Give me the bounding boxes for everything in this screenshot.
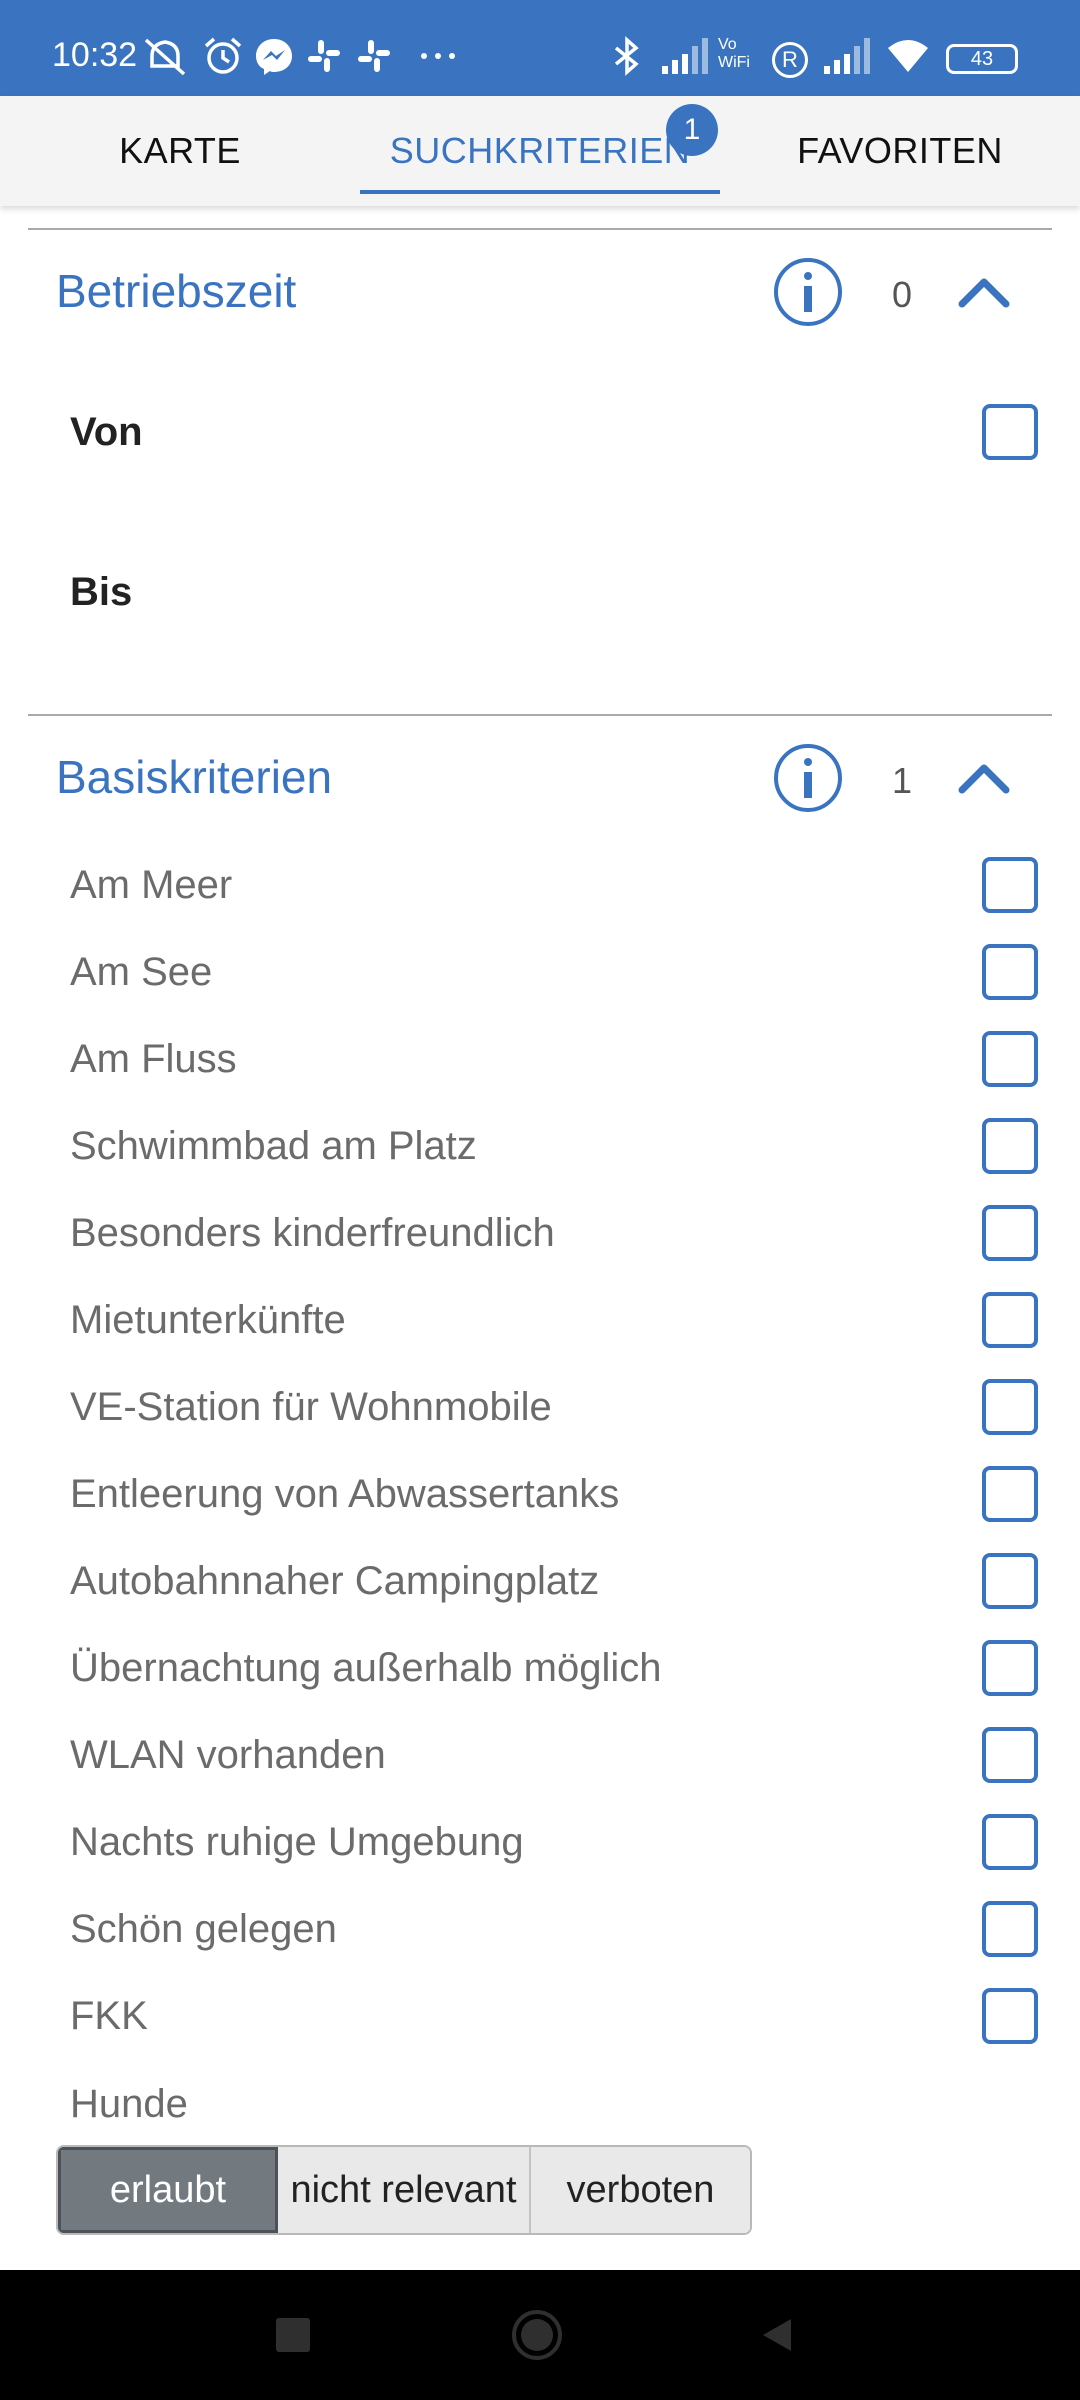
criteria-row[interactable]: Am See: [0, 929, 1080, 1016]
criteria-row[interactable]: Besonders kinderfreundlich: [0, 1190, 1080, 1277]
info-icon[interactable]: [772, 742, 844, 814]
criteria-checkbox[interactable]: [982, 857, 1038, 913]
tab-bar: KARTE SUCHKRITERIEN FAVORITEN: [0, 96, 1080, 206]
vowifi-icon: Vo WiFi: [718, 36, 750, 71]
criteria-label: Entleerung von Abwassertanks: [70, 1472, 620, 1516]
dogs-option-allowed[interactable]: erlaubt: [58, 2147, 278, 2233]
criteria-row[interactable]: Autobahnnaher Campingplatz: [0, 1538, 1080, 1625]
time-from-label: Von: [70, 410, 143, 454]
more-icon: [421, 53, 455, 59]
status-time: 10:32: [52, 36, 138, 74]
section-divider: [28, 228, 1052, 230]
tab-karte[interactable]: KARTE: [0, 96, 360, 206]
dogs-segmented-control: erlaubt nicht relevant verboten: [56, 2145, 752, 2235]
section-title-basiskriterien: Basiskriterien: [56, 751, 333, 803]
criteria-row[interactable]: VE-Station für Wohnmobile: [0, 1364, 1080, 1451]
slack-icon: [358, 40, 390, 72]
criteria-checkbox[interactable]: [982, 1901, 1038, 1957]
messenger-icon: [256, 39, 292, 75]
criteria-label: WLAN vorhanden: [70, 1733, 386, 1777]
criteria-checkbox[interactable]: [982, 1553, 1038, 1609]
home-circle-icon[interactable]: [502, 2300, 572, 2370]
criteria-row[interactable]: Entleerung von Abwassertanks: [0, 1451, 1080, 1538]
mute-icon: [144, 38, 186, 76]
chevron-up-icon[interactable]: [956, 758, 1012, 798]
slack-icon: [308, 40, 340, 72]
criteria-label: Autobahnnaher Campingplatz: [70, 1559, 600, 1603]
signal-icon: [662, 38, 708, 74]
criteria-label: Am Fluss: [70, 1037, 237, 1081]
criteria-label: Besonders kinderfreundlich: [70, 1211, 555, 1255]
criteria-row[interactable]: FKK: [0, 1973, 1080, 2060]
status-bar: 10:32 Vo WiFi R 43: [0, 0, 1080, 96]
criteria-row[interactable]: WLAN vorhanden: [0, 1712, 1080, 1799]
criteria-row[interactable]: Am Meer: [0, 842, 1080, 929]
dogs-label: Hunde: [70, 2081, 188, 2126]
criteria-label: Mietunterkünfte: [70, 1298, 346, 1342]
section-count-basiskriterien: 1: [891, 760, 913, 801]
dogs-option-forbidden[interactable]: verboten: [531, 2147, 750, 2233]
recents-square-icon[interactable]: [258, 2300, 328, 2370]
roaming-icon: R: [772, 42, 808, 78]
signal-icon: [824, 38, 870, 74]
system-nav-bar: [0, 2270, 1080, 2400]
criteria-label: Schön gelegen: [70, 1907, 337, 1951]
criteria-checkbox[interactable]: [982, 1727, 1038, 1783]
criteria-row[interactable]: Nachts ruhige Umgebung: [0, 1799, 1080, 1886]
info-icon[interactable]: [772, 256, 844, 328]
criteria-checkbox[interactable]: [982, 1031, 1038, 1087]
dogs-option-not-relevant[interactable]: nicht relevant: [278, 2147, 531, 2233]
criteria-row[interactable]: Schwimmbad am Platz: [0, 1103, 1080, 1190]
criteria-label: VE-Station für Wohnmobile: [70, 1385, 552, 1429]
chevron-up-icon[interactable]: [956, 272, 1012, 312]
criteria-label: Schwimmbad am Platz: [70, 1124, 477, 1168]
tab-badge: 1: [666, 104, 718, 156]
section-title-betriebszeit: Betriebszeit: [56, 265, 297, 317]
tab-favoriten[interactable]: FAVORITEN: [720, 96, 1080, 206]
battery-icon: 43: [946, 44, 1018, 74]
wifi-icon: [888, 40, 928, 72]
time-to-label: Bis: [70, 570, 133, 614]
criteria-checkbox[interactable]: [982, 1379, 1038, 1435]
alarm-icon: [204, 37, 242, 74]
criteria-label: Am Meer: [70, 863, 233, 907]
criteria-label: FKK: [70, 1994, 148, 2038]
criteria-row[interactable]: Schön gelegen: [0, 1886, 1080, 1973]
criteria-checkbox[interactable]: [982, 1640, 1038, 1696]
bluetooth-icon: [614, 36, 639, 76]
time-from-checkbox[interactable]: [982, 404, 1038, 460]
criteria-checkbox[interactable]: [982, 1466, 1038, 1522]
criteria-label: Übernachtung außerhalb möglich: [70, 1646, 662, 1690]
criteria-label: Am See: [70, 950, 213, 994]
battery-level: 43: [970, 47, 994, 70]
criteria-row[interactable]: Übernachtung außerhalb möglich: [0, 1625, 1080, 1712]
criteria-checkbox[interactable]: [982, 944, 1038, 1000]
criteria-checkbox[interactable]: [982, 1292, 1038, 1348]
criteria-label: Nachts ruhige Umgebung: [70, 1820, 524, 1864]
criteria-checkbox[interactable]: [982, 1205, 1038, 1261]
criteria-checkbox[interactable]: [982, 1118, 1038, 1174]
section-divider: [28, 714, 1052, 716]
criteria-checkbox[interactable]: [982, 1814, 1038, 1870]
section-count-betriebszeit: 0: [891, 274, 913, 315]
criteria-row[interactable]: Am Fluss: [0, 1016, 1080, 1103]
active-tab-indicator: [360, 190, 720, 194]
criteria-row[interactable]: Mietunterkünfte: [0, 1277, 1080, 1364]
criteria-checkbox[interactable]: [982, 1988, 1038, 2044]
back-triangle-icon[interactable]: [742, 2300, 812, 2370]
